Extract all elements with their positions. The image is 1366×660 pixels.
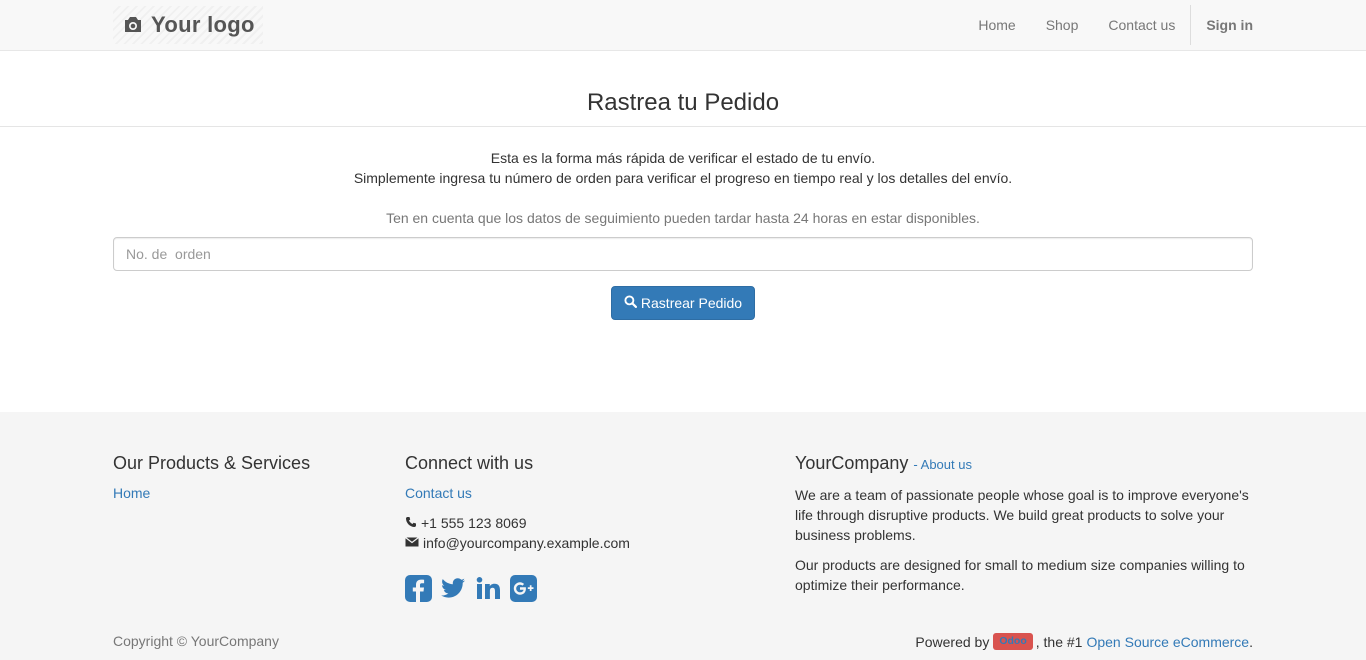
linkedin-icon[interactable] [475,575,502,602]
footer-products: Our Products & Services Home [113,452,310,503]
footer: Our Products & Services Home Connect wit… [0,412,1366,660]
products-heading: Our Products & Services [113,453,311,473]
page-title: Rastrea tu Pedido [586,89,780,116]
envelope-icon [405,533,419,553]
phone-number: +1 555 123 8069 [421,515,527,531]
logo[interactable]: Your logo [113,6,263,44]
nav-shop[interactable]: Shop [1031,0,1094,50]
nav-menu: Home Shop Contact us Sign in [963,0,1253,50]
search-icon [624,295,637,311]
navbar: Your logo Home Shop Contact us Sign in [0,0,1366,51]
company-name: YourCompany [795,453,909,473]
nav-contact-us[interactable]: Contact us [1093,0,1190,50]
intro-line-2: Simplemente ingresa tu número de orden p… [353,170,1013,186]
logo-text: Your logo [151,12,255,37]
footer-connect: Connect with us Contact us +1 555 123 80… [405,452,630,602]
intro-text: Esta es la forma más rápida de verificar… [0,148,1366,188]
facebook-icon[interactable] [405,575,432,602]
about-paragraph-1: We are a team of passionate people whose… [795,487,1249,543]
intro-line-1: Esta es la forma más rápida de verificar… [490,150,876,166]
about-us-link[interactable]: - About us [913,457,972,472]
availability-note: Ten en cuenta que los datos de seguimien… [386,210,980,226]
order-number-input[interactable] [113,237,1253,271]
footer-contact-link[interactable]: Contact us [405,483,630,503]
phone-icon [405,513,417,533]
phone-line: +1 555 123 8069 [405,513,630,533]
company-heading: YourCompany - About us [795,452,1255,476]
google-plus-icon[interactable] [510,575,537,602]
social-links [405,575,630,602]
odoo-badge[interactable]: Odoo [993,633,1033,650]
sign-in-link[interactable]: Sign in [1191,0,1253,50]
footer-about: YourCompany - About us We are a team of … [795,452,1255,605]
nav-home[interactable]: Home [963,0,1030,50]
track-order-label: Rastrear Pedido [640,295,743,311]
connect-heading: Connect with us [405,453,534,473]
email-address: info@yourcompany.example.com [423,535,630,551]
powered-by: Powered by Odoo , the #1 Open Source eCo… [915,633,1253,650]
footer-home-link[interactable]: Home [113,483,310,503]
powered-middle: , the #1 [1035,633,1083,650]
camera-icon [121,13,145,37]
title-divider [0,126,1366,127]
email-line: info@yourcompany.example.com [405,533,630,553]
open-source-ecommerce-link[interactable]: Open Source eCommerce [1086,634,1249,650]
copyright-text: Copyright © YourCompany [113,633,279,649]
about-paragraph-2: Our products are designed for small to m… [795,557,1245,593]
powered-suffix: . [1249,633,1253,650]
powered-prefix: Powered by [915,633,990,650]
twitter-icon[interactable] [440,575,467,602]
track-order-button[interactable]: Rastrear Pedido [611,286,755,320]
